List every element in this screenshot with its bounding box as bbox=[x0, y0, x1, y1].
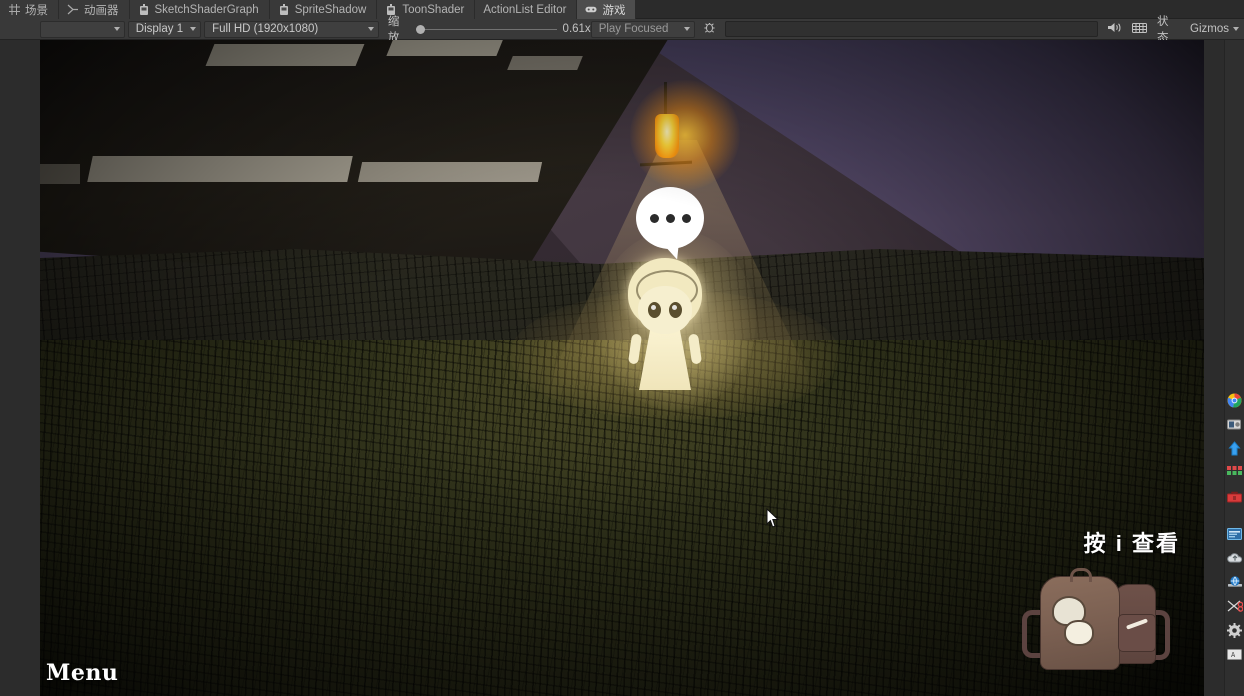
scale-slider-knob[interactable] bbox=[415, 24, 425, 34]
character-face bbox=[638, 286, 692, 334]
shadergraph-icon bbox=[138, 3, 150, 16]
blue-up-arrow-icon[interactable] bbox=[1227, 440, 1243, 456]
resolution-dropdown-value: Full HD (1920x1080) bbox=[212, 23, 319, 35]
mute-audio-button[interactable] bbox=[1102, 21, 1127, 38]
gamepad-icon bbox=[585, 4, 597, 16]
ellipsis-dot bbox=[681, 213, 691, 223]
inventory-hint-text: 按 i 查看 bbox=[1083, 531, 1180, 556]
backpack-item[interactable] bbox=[1022, 568, 1170, 675]
red-toolbox-icon[interactable] bbox=[1227, 488, 1243, 504]
tab-game[interactable]: 游戏 bbox=[577, 0, 637, 19]
stats-grid-button[interactable] bbox=[1127, 21, 1152, 38]
tab-label: 场景 bbox=[25, 4, 48, 17]
tab-animator[interactable]: 动画器 bbox=[59, 0, 130, 19]
color-grid-icon[interactable] bbox=[1227, 464, 1243, 480]
speech-bubble[interactable] bbox=[636, 187, 704, 249]
menu-button[interactable]: Menu bbox=[46, 660, 118, 686]
scale-slider[interactable] bbox=[415, 21, 557, 38]
scissors-icon[interactable] bbox=[1227, 598, 1243, 614]
tab-label: SpriteShadow bbox=[294, 3, 367, 16]
lamp-glow bbox=[630, 80, 740, 190]
character-eye-left bbox=[648, 302, 661, 318]
camera-icon[interactable] bbox=[1227, 416, 1243, 432]
chrome-icon[interactable] bbox=[1227, 392, 1243, 408]
game-view-render[interactable]: 按 i 查看 Menu bbox=[40, 40, 1204, 696]
backpack-handle bbox=[1070, 568, 1092, 582]
cloud-icon[interactable] bbox=[1226, 550, 1243, 566]
gear-icon[interactable] bbox=[1227, 622, 1243, 638]
resolution-dropdown[interactable]: Full HD (1920x1080) bbox=[204, 20, 379, 38]
game-view-container: 按 i 查看 Menu bbox=[0, 40, 1244, 696]
chevron-down-icon[interactable] bbox=[1233, 27, 1240, 31]
chevron-down-icon bbox=[683, 27, 690, 31]
player-character[interactable] bbox=[626, 258, 704, 393]
tab-label: 动画器 bbox=[84, 4, 119, 17]
gizmos-label: Gizmos bbox=[1190, 23, 1230, 35]
editor-tab-bar: 场景 动画器 SketchShaderGraph SpriteShadow To… bbox=[0, 0, 1244, 19]
stats-button[interactable]: 状态 bbox=[1152, 16, 1184, 44]
tab-label: ToonShader bbox=[402, 3, 465, 16]
character-arm-left bbox=[627, 333, 643, 365]
ellipsis-dot bbox=[665, 213, 675, 223]
lamp-icon bbox=[655, 114, 679, 158]
tab-scene[interactable]: 场景 bbox=[0, 0, 59, 19]
display-dropdown[interactable]: Display 1 bbox=[127, 20, 202, 38]
gizmos-button[interactable]: Gizmos bbox=[1184, 21, 1244, 38]
grid-icon bbox=[8, 4, 20, 16]
text-field-icon[interactable]: A bbox=[1227, 646, 1243, 662]
scale-slider-track bbox=[422, 28, 557, 30]
tab-spriteshadow[interactable]: SpriteShadow bbox=[269, 0, 378, 19]
globe-monitor-icon[interactable] bbox=[1227, 574, 1243, 590]
mouse-cursor bbox=[766, 507, 780, 528]
cat-patch-icon bbox=[1064, 620, 1094, 646]
scale-value: 0.61x bbox=[562, 23, 591, 35]
chevron-down-icon bbox=[113, 27, 120, 31]
chevron-down-icon bbox=[190, 27, 197, 31]
tab-actionlist-editor[interactable]: ActionList Editor bbox=[475, 0, 578, 19]
play-mode-dropdown[interactable]: Play Focused bbox=[590, 20, 695, 38]
debug-button[interactable] bbox=[698, 21, 721, 38]
speaker-icon bbox=[1107, 21, 1122, 37]
grid-stats-icon bbox=[1132, 22, 1148, 37]
play-mode-value: Play Focused bbox=[598, 23, 669, 35]
character-arm-right bbox=[687, 333, 703, 365]
ellipsis-dot bbox=[649, 213, 659, 223]
chevron-down-icon bbox=[367, 27, 374, 31]
target-dropdown[interactable] bbox=[40, 20, 125, 38]
tab-label: 游戏 bbox=[602, 4, 626, 17]
blue-window-icon[interactable] bbox=[1227, 526, 1243, 542]
shadergraph-icon bbox=[278, 3, 290, 16]
display-dropdown-value: Display 1 bbox=[135, 23, 184, 35]
game-view-toolbar: Display 1 Full HD (1920x1080) 缩放 0.61x P… bbox=[0, 16, 1244, 44]
animator-icon bbox=[67, 4, 79, 16]
tab-sketchshadergraph[interactable]: SketchShaderGraph bbox=[129, 0, 270, 19]
bug-icon bbox=[703, 21, 716, 37]
search-input[interactable] bbox=[724, 21, 1099, 37]
tab-label: ActionList Editor bbox=[483, 3, 567, 16]
tab-label: SketchShaderGraph bbox=[154, 3, 259, 16]
character-body bbox=[639, 328, 691, 390]
backpack-front-pocket bbox=[1118, 614, 1156, 652]
windows-taskbar-rail: A bbox=[1224, 40, 1244, 696]
character-eye-right bbox=[669, 302, 682, 318]
